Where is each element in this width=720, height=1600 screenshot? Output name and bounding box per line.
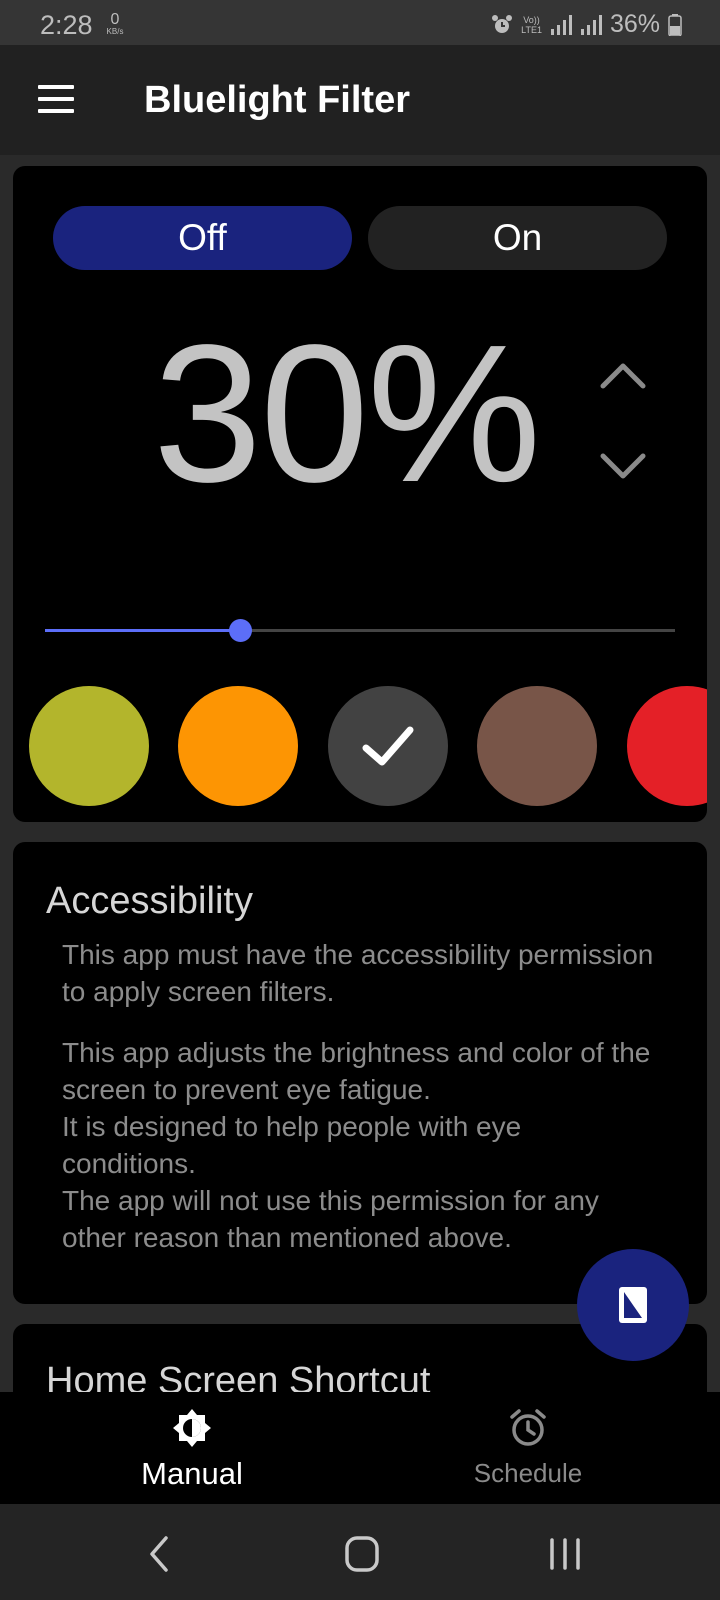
color-swatch-orange[interactable] <box>178 686 298 806</box>
network-type: Vo)) LTE1 <box>521 15 542 35</box>
nav-label-schedule: Schedule <box>473 1458 583 1488</box>
alarm-icon <box>492 14 513 33</box>
nav-label-manual: Manual <box>141 1456 243 1491</box>
description-line: The app will not use this permission for… <box>62 1185 599 1253</box>
battery-percent: 36% <box>609 10 660 38</box>
accessibility-heading: Accessibility <box>46 880 253 922</box>
decrease-arrow-icon[interactable] <box>597 446 649 486</box>
description-line: It is designed to help people with eye c… <box>62 1111 522 1179</box>
volte-label: Vo)) <box>523 14 540 25</box>
nav-tab-schedule[interactable]: Schedule <box>398 1392 658 1504</box>
color-swatch-red[interactable] <box>627 686 707 806</box>
signal-2-icon <box>580 14 602 35</box>
on-toggle-button[interactable]: On <box>368 206 667 270</box>
check-icon <box>362 726 414 766</box>
brightness-icon <box>173 1409 211 1447</box>
back-icon[interactable] <box>136 1532 186 1576</box>
phone-filter-icon <box>619 1287 647 1323</box>
status-time: 2:28 <box>40 10 93 40</box>
home-icon[interactable] <box>337 1532 387 1576</box>
app-bar: Bluelight Filter <box>0 45 720 155</box>
intensity-slider[interactable] <box>45 616 675 646</box>
lte-label: LTE1 <box>521 24 542 35</box>
recents-icon[interactable] <box>540 1532 590 1576</box>
accessibility-description: This app adjusts the brightness and colo… <box>62 1034 662 1256</box>
nav-tab-manual[interactable]: Manual <box>62 1392 322 1504</box>
floating-action-button[interactable] <box>577 1249 689 1361</box>
battery-icon <box>668 13 682 36</box>
color-swatch-brown[interactable] <box>477 686 597 806</box>
menu-icon[interactable] <box>36 83 76 115</box>
intensity-percent: 30% <box>153 304 541 523</box>
status-icons: Vo)) LTE1 36% <box>491 10 682 39</box>
slider-thumb[interactable] <box>229 619 253 642</box>
status-bar: 2:28 0 KB/s Vo)) LTE1 36% <box>0 0 720 45</box>
network-speed-value: 0 <box>110 11 120 28</box>
accessibility-permission-text: This app must have the accessibility per… <box>62 939 654 1007</box>
slider-fill <box>45 629 241 632</box>
alarm-clock-icon <box>510 1409 546 1446</box>
color-swatch-dark-gray[interactable] <box>328 686 448 806</box>
bottom-navigation: Manual Schedule <box>0 1392 720 1504</box>
app-title: Bluelight Filter <box>144 79 410 121</box>
increase-arrow-icon[interactable] <box>597 356 649 396</box>
off-toggle-button[interactable]: Off <box>53 206 352 270</box>
network-speed-unit: KB/s <box>106 27 124 36</box>
accessibility-card: Accessibility This app must have the acc… <box>13 842 707 1304</box>
signal-icon <box>550 14 572 35</box>
network-speed: 0 KB/s <box>100 12 130 36</box>
description-line: This app adjusts the brightness and colo… <box>62 1037 651 1105</box>
color-swatch-olive[interactable] <box>29 686 149 806</box>
filter-card: Off On 30% <box>13 166 707 822</box>
system-navigation-bar <box>0 1504 720 1600</box>
